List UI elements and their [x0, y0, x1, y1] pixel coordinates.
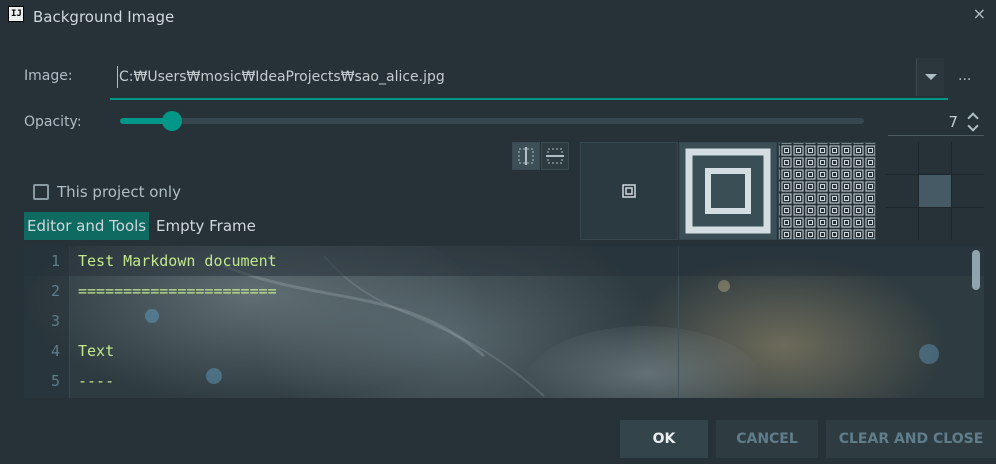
- flip-horizontal-icon: [518, 147, 534, 165]
- text-caret: [117, 66, 118, 88]
- ok-button[interactable]: OK: [620, 420, 708, 458]
- line-text: Text: [78, 342, 115, 360]
- tab-editor-and-tools[interactable]: Editor and Tools: [24, 212, 150, 240]
- this-project-only-label: This project only: [57, 183, 181, 201]
- tab-empty-frame[interactable]: Empty Frame: [153, 212, 259, 240]
- anchor-top-left[interactable]: [886, 142, 918, 174]
- anchor-middle-left[interactable]: [886, 175, 918, 207]
- spinner-arrows[interactable]: [967, 110, 982, 136]
- line-number: 4: [50, 342, 60, 360]
- code-line[interactable]: 4 Text: [24, 336, 984, 366]
- code-line[interactable]: 3: [24, 306, 984, 336]
- chevron-down-icon[interactable]: [967, 120, 979, 132]
- tile-icon: [779, 143, 875, 239]
- this-project-only-checkbox[interactable]: [33, 184, 49, 200]
- opacity-label: Opacity:: [24, 114, 82, 130]
- anchor-bottom-right[interactable]: [952, 208, 984, 240]
- opacity-value: 7: [948, 113, 958, 131]
- opacity-slider-thumb[interactable]: [162, 111, 183, 131]
- opacity-spinner[interactable]: 7: [888, 110, 984, 136]
- line-text: Test Markdown document: [78, 252, 277, 270]
- code-line[interactable]: 5 ----: [24, 366, 984, 396]
- chevron-down-icon: [924, 74, 937, 80]
- title-bar: IJ Background Image ×: [0, 0, 996, 34]
- line-number: 1: [50, 252, 60, 270]
- intellij-logo-icon: IJ: [8, 6, 24, 22]
- fill-center-option[interactable]: [580, 142, 678, 240]
- code-line[interactable]: 1 Test Markdown document: [24, 246, 984, 276]
- dialog-title: Background Image: [33, 8, 175, 26]
- cancel-button[interactable]: CANCEL: [716, 420, 818, 458]
- image-path-text: C:₩Users₩mosic₩IdeaProjects₩sao_alice.jp…: [119, 69, 445, 85]
- fill-tile-option[interactable]: [778, 142, 876, 240]
- clear-and-close-button[interactable]: CLEAR AND CLOSE: [826, 420, 996, 458]
- fill-scale-option[interactable]: [679, 142, 777, 240]
- code-line[interactable]: 2 ======================: [24, 276, 984, 306]
- image-history-dropdown-button[interactable]: [916, 58, 944, 96]
- line-number: 2: [50, 282, 60, 300]
- line-text: ----: [78, 372, 115, 390]
- flip-horizontal-button[interactable]: [512, 142, 540, 170]
- editor-scrollbar-thumb[interactable]: [972, 250, 980, 290]
- opacity-slider[interactable]: [120, 111, 864, 131]
- close-icon[interactable]: ×: [973, 4, 986, 23]
- browse-button[interactable]: ...: [958, 68, 971, 84]
- image-path-field[interactable]: C:₩Users₩mosic₩IdeaProjects₩sao_alice.jp…: [110, 58, 948, 100]
- line-number: 3: [50, 312, 60, 330]
- editor-preview: 1 Test Markdown document 2 =============…: [24, 246, 984, 398]
- anchor-center[interactable]: [919, 175, 951, 207]
- image-label: Image:: [24, 68, 73, 84]
- line-text: ======================: [78, 282, 277, 300]
- flip-vertical-icon: [546, 148, 564, 164]
- scale-icon: [685, 148, 771, 234]
- anchor-middle-right[interactable]: [952, 175, 984, 207]
- anchor-bottom-center[interactable]: [919, 208, 951, 240]
- flip-vertical-button[interactable]: [541, 142, 569, 170]
- line-number: 5: [50, 372, 60, 390]
- anchor-position-grid: [886, 142, 984, 240]
- anchor-top-right[interactable]: [952, 142, 984, 174]
- anchor-bottom-left[interactable]: [886, 208, 918, 240]
- center-icon: [622, 184, 636, 198]
- anchor-top-center[interactable]: [919, 142, 951, 174]
